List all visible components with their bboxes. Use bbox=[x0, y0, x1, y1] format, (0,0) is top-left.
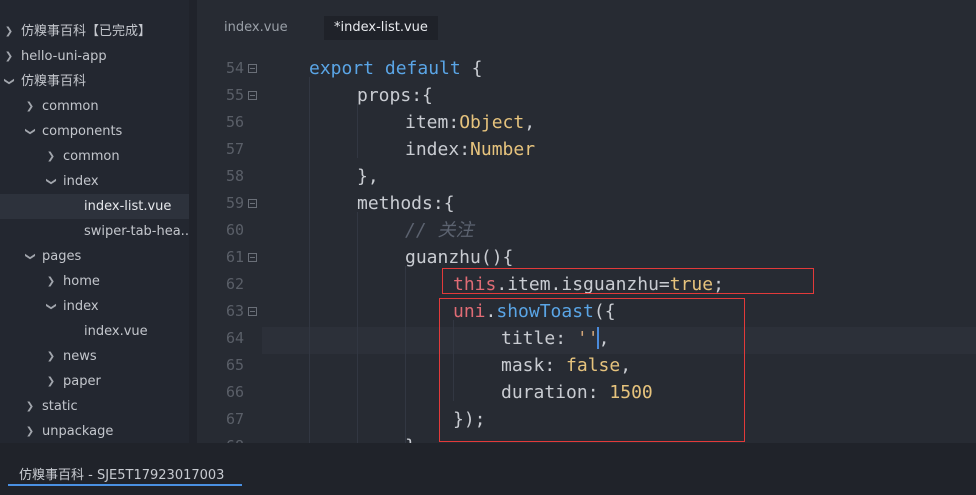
line-number: 60 bbox=[225, 221, 244, 239]
line-number: 59 bbox=[225, 194, 244, 212]
tree-item-label: index.vue bbox=[84, 324, 148, 339]
tree-item-components-common[interactable]: ❯ common bbox=[0, 144, 189, 169]
tree-item-home[interactable]: ❯ home bbox=[0, 269, 189, 294]
tree-item-news[interactable]: ❯ news bbox=[0, 344, 189, 369]
line-number: 61 bbox=[225, 248, 244, 266]
status-bar: 仿糗事百科 - SJE5T17923017003 bbox=[0, 443, 976, 495]
tree-item-components-index[interactable]: ❯ index bbox=[0, 169, 189, 194]
tree-item-label: 仿糗事百科 bbox=[21, 74, 87, 89]
tree-item-hello-uni-app[interactable]: ❯ hello-uni-app bbox=[0, 44, 189, 69]
tree-item-common[interactable]: ❯ common bbox=[0, 94, 189, 119]
chevron-right-icon[interactable]: ❯ bbox=[46, 144, 56, 169]
chevron-right-icon[interactable]: ❯ bbox=[46, 369, 56, 394]
chevron-down-icon[interactable]: ❯ bbox=[18, 252, 43, 262]
line-number: 55 bbox=[225, 86, 244, 104]
line-number: 64 bbox=[225, 329, 244, 347]
chevron-right-icon[interactable]: ❯ bbox=[46, 344, 56, 369]
sidebar-divider[interactable] bbox=[189, 0, 197, 443]
line-number: 66 bbox=[225, 383, 244, 401]
code-text: } bbox=[405, 433, 416, 443]
line-number: 65 bbox=[225, 356, 244, 374]
chevron-right-icon[interactable]: ❯ bbox=[46, 269, 56, 294]
code-line: 58 }, bbox=[197, 163, 976, 190]
code-text: export default { bbox=[309, 58, 483, 79]
line-number: 67 bbox=[225, 410, 244, 428]
code-line: 61 guanzhu(){ bbox=[197, 244, 976, 271]
code-line: 54 export default { bbox=[197, 55, 976, 82]
line-number: 63 bbox=[225, 302, 244, 320]
chevron-right-icon[interactable]: ❯ bbox=[25, 419, 35, 443]
tree-item-pages[interactable]: ❯ pages bbox=[0, 244, 189, 269]
tree-item-pages-index[interactable]: ❯ index bbox=[0, 294, 189, 319]
code-text: }, bbox=[357, 166, 379, 187]
chevron-right-icon[interactable]: ❯ bbox=[4, 19, 14, 44]
tree-item-paper[interactable]: ❯ paper bbox=[0, 369, 189, 394]
code-text: props:{ bbox=[357, 85, 433, 106]
fold-toggle-icon[interactable] bbox=[248, 199, 257, 208]
fold-toggle-icon[interactable] bbox=[248, 307, 257, 316]
tree-item-label: common bbox=[42, 99, 99, 114]
tab-index-list-vue[interactable]: *index-list.vue bbox=[324, 16, 438, 40]
code-text: guanzhu(){ bbox=[405, 247, 514, 268]
tree-item-label: common bbox=[63, 149, 120, 164]
code-line: 55 props:{ bbox=[197, 82, 976, 109]
code-comment: // 关注 bbox=[405, 220, 474, 241]
tree-item-label: unpackage bbox=[42, 424, 114, 439]
code-line: 57 index:Number bbox=[197, 136, 976, 163]
editor-tab-bar: index.vue *index-list.vue bbox=[197, 0, 976, 50]
tree-item-project-completed[interactable]: ❯ 仿糗事百科【已完成】 bbox=[0, 19, 189, 44]
fold-toggle-icon[interactable] bbox=[248, 91, 257, 100]
code-line: 60 // 关注 bbox=[197, 217, 976, 244]
annotation-box-show-toast bbox=[439, 298, 745, 442]
chevron-right-icon[interactable]: ❯ bbox=[25, 394, 35, 419]
chevron-down-icon[interactable]: ❯ bbox=[0, 77, 22, 87]
chevron-right-icon[interactable]: ❯ bbox=[4, 44, 14, 69]
code-line: 56 item:Object, bbox=[197, 109, 976, 136]
line-number: 57 bbox=[225, 140, 244, 158]
tree-item-index-list-vue[interactable]: index-list.vue bbox=[0, 194, 189, 219]
status-active-indicator bbox=[8, 484, 242, 486]
status-project-label[interactable]: 仿糗事百科 - SJE5T17923017003 bbox=[19, 464, 224, 483]
code-text: item:Object, bbox=[405, 112, 536, 133]
fold-toggle-icon[interactable] bbox=[248, 64, 257, 73]
tree-item-index-vue[interactable]: index.vue bbox=[0, 319, 189, 344]
tree-item-label: index bbox=[63, 299, 99, 314]
tree-item-label: hello-uni-app bbox=[21, 49, 107, 64]
code-editor[interactable]: 54 export default { 55 props:{ 56 item:O… bbox=[197, 50, 976, 443]
tree-item-unpackage[interactable]: ❯ unpackage bbox=[0, 419, 189, 443]
line-number: 68 bbox=[197, 433, 244, 443]
line-number: 62 bbox=[225, 275, 244, 293]
tree-item-label: index bbox=[63, 174, 99, 189]
tree-item-static[interactable]: ❯ static bbox=[0, 394, 189, 419]
chevron-down-icon[interactable]: ❯ bbox=[39, 302, 64, 312]
tree-item-label: paper bbox=[63, 374, 101, 389]
tree-item-label: index-list.vue bbox=[84, 199, 172, 214]
chevron-down-icon[interactable]: ❯ bbox=[39, 177, 64, 187]
tree-item-label: home bbox=[63, 274, 100, 289]
tree-item-label: 仿糗事百科【已完成】 bbox=[21, 24, 152, 39]
project-explorer: ❯ 仿糗事百科【已完成】 ❯ hello-uni-app ❯ 仿糗事百科 ❯ c… bbox=[0, 0, 197, 443]
tree-item-label: news bbox=[63, 349, 97, 364]
line-number: 56 bbox=[225, 113, 244, 131]
fold-toggle-icon[interactable] bbox=[248, 253, 257, 262]
tree-item-label: components bbox=[42, 124, 123, 139]
code-text: methods:{ bbox=[357, 193, 455, 214]
tree-item-swiper-tab-head[interactable]: swiper-tab-hea... bbox=[0, 219, 193, 244]
tab-index-vue[interactable]: index.vue bbox=[224, 16, 288, 40]
chevron-down-icon[interactable]: ❯ bbox=[18, 127, 43, 137]
tree-item-label: static bbox=[42, 399, 78, 414]
tree-item-label: swiper-tab-hea... bbox=[84, 224, 194, 239]
tree-item-label: pages bbox=[42, 249, 82, 264]
code-text: index:Number bbox=[405, 139, 536, 160]
code-line: 59 methods:{ bbox=[197, 190, 976, 217]
tree-item-components[interactable]: ❯ components bbox=[0, 119, 189, 144]
chevron-right-icon[interactable]: ❯ bbox=[25, 94, 35, 119]
tree-item-project[interactable]: ❯ 仿糗事百科 bbox=[0, 69, 189, 94]
annotation-box-this-line bbox=[442, 268, 814, 294]
line-number: 58 bbox=[225, 167, 244, 185]
line-number: 54 bbox=[225, 59, 244, 77]
